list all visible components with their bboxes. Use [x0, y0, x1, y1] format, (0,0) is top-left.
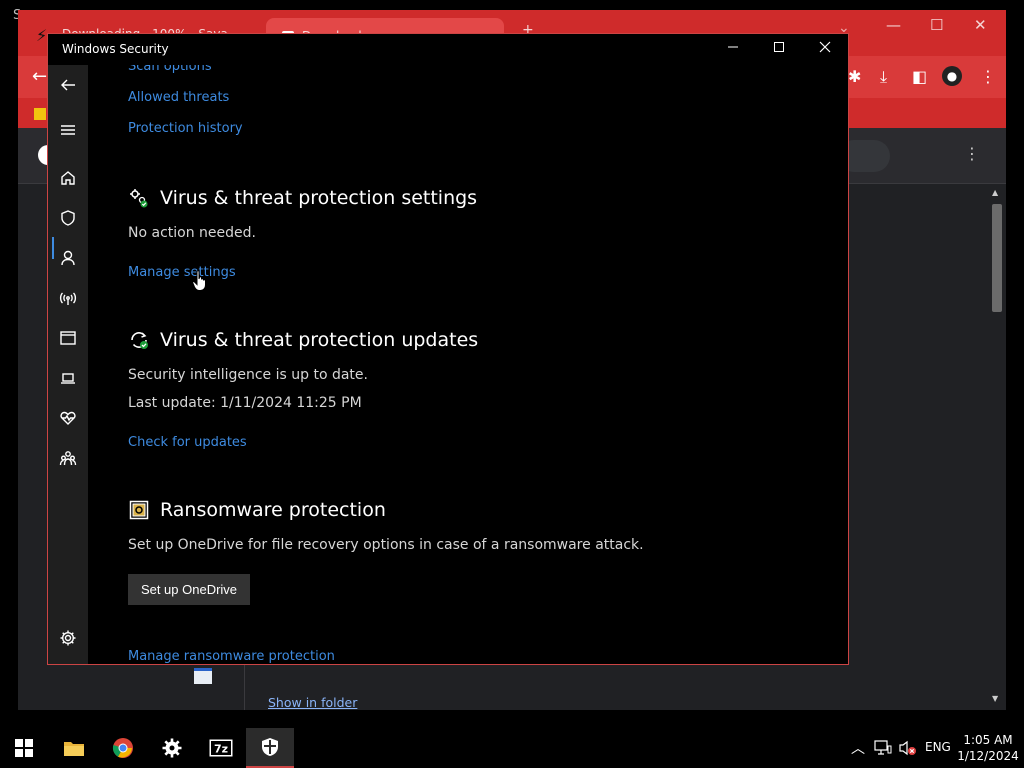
settings-heading-text: Virus & threat protection settings — [160, 187, 478, 209]
person-icon — [61, 250, 75, 266]
hamburger-icon — [61, 125, 75, 135]
network-icon[interactable] — [874, 740, 892, 759]
volume-muted-icon[interactable] — [899, 740, 917, 759]
maximize-icon — [774, 42, 784, 52]
nav-device-security[interactable] — [48, 360, 88, 396]
ransomware-heading-text: Ransomware protection — [160, 499, 386, 521]
manage-ransomware-link[interactable]: Manage ransomware protection — [128, 649, 335, 664]
home-icon — [61, 171, 75, 185]
allowed-threats-link[interactable]: Allowed threats — [128, 90, 229, 105]
manage-settings-link[interactable]: Manage settings — [128, 265, 236, 280]
scroll-down-icon[interactable]: ▼ — [992, 694, 998, 703]
taskbar-windows-security[interactable] — [246, 728, 294, 768]
show-hidden-icons-icon[interactable]: ︿ — [851, 738, 865, 758]
ransomware-description: Set up OneDrive for file recovery option… — [128, 537, 644, 553]
shield-icon — [61, 210, 75, 226]
nav-virus-protection[interactable] — [48, 200, 88, 236]
nav-account-protection[interactable] — [48, 240, 88, 276]
close-button[interactable] — [802, 34, 848, 65]
laptop-icon — [61, 373, 75, 384]
protection-history-link[interactable]: Protection history — [128, 121, 243, 136]
last-update-text: Last update: 1/11/2024 11:25 PM — [128, 395, 362, 411]
settings-gears-check-icon — [128, 187, 150, 209]
minimize-button[interactable] — [710, 34, 756, 65]
back-arrow-icon — [61, 79, 75, 91]
folder-icon[interactable] — [34, 108, 46, 120]
show-in-folder-link[interactable]: Show in folder — [268, 695, 357, 710]
nav-home[interactable] — [48, 160, 88, 196]
refresh-check-icon — [128, 329, 150, 351]
check-for-updates-link[interactable]: Check for updates — [128, 435, 247, 450]
nav-menu-button[interactable] — [48, 112, 88, 148]
nav-back-button[interactable] — [48, 67, 88, 103]
taskbar-file-explorer[interactable] — [50, 728, 98, 768]
scroll-up-icon[interactable]: ▲ — [992, 188, 998, 197]
back-icon[interactable]: ← — [32, 66, 47, 87]
scan-options-link[interactable]: Scan options — [128, 65, 212, 74]
windows-security-window: Windows Security Scan options Allowed th… — [47, 33, 849, 665]
nav-family-options[interactable] — [48, 440, 88, 476]
browser-window-icon — [60, 331, 76, 345]
gear-icon — [60, 630, 76, 646]
close-icon — [819, 41, 831, 53]
folder-icon — [64, 742, 84, 756]
windows-logo-icon — [15, 739, 33, 757]
desktop: S ⚡ Downloading - 100% - Sava... Downloa… — [0, 0, 1024, 768]
extensions-icon[interactable]: ✱ — [848, 67, 861, 86]
taskbar-7zip[interactable]: 7z — [197, 728, 245, 768]
close-icon[interactable]: ✕ — [974, 16, 987, 34]
minimize-icon[interactable]: — — [886, 16, 901, 34]
nav-settings[interactable] — [48, 620, 88, 656]
navigation-rail — [48, 65, 88, 664]
heart-pulse-icon — [60, 411, 76, 425]
clock[interactable]: 1:05 AM 1/12/2024 — [954, 732, 1022, 764]
gear-icon — [162, 738, 182, 758]
shield-icon — [262, 738, 278, 756]
chrome-icon — [112, 738, 133, 758]
menu-icon[interactable]: ⋮ — [980, 67, 996, 86]
updates-heading-text: Virus & threat protection updates — [160, 329, 479, 351]
clock-date: 1/12/2024 — [957, 749, 1019, 763]
taskbar-settings[interactable] — [148, 728, 196, 768]
ransomware-section-heading: Ransomware protection — [128, 499, 386, 521]
hand-cursor-icon — [192, 270, 206, 291]
minimize-icon — [728, 46, 738, 48]
maximize-icon[interactable]: ☐ — [930, 16, 943, 34]
start-button[interactable] — [0, 728, 48, 768]
profile-icon[interactable]: ● — [942, 66, 962, 86]
settings-section-heading: Virus & threat protection settings — [128, 187, 477, 209]
network-icon — [59, 292, 77, 305]
maximize-button[interactable] — [756, 34, 802, 65]
more-options-icon[interactable]: ⋮ — [964, 144, 980, 163]
window-title: Windows Security — [62, 42, 169, 56]
updates-section-heading: Virus & threat protection updates — [128, 329, 478, 351]
settings-status-text: No action needed. — [128, 225, 256, 241]
nav-firewall[interactable] — [48, 280, 88, 316]
nav-app-browser-control[interactable] — [48, 320, 88, 356]
updates-status-text: Security intelligence is up to date. — [128, 367, 368, 383]
ransomware-vault-icon — [128, 499, 150, 521]
taskbar: 7z ︿ ENG 1:05 AM 1/12/2024 — [0, 728, 1024, 768]
nav-device-health[interactable] — [48, 400, 88, 436]
clock-time: 1:05 AM — [963, 733, 1013, 747]
family-icon — [59, 451, 77, 466]
download-icon[interactable]: ⤓ — [880, 67, 887, 87]
language-indicator[interactable]: ENG — [925, 740, 951, 754]
scrollbar-thumb[interactable] — [992, 204, 1002, 312]
taskbar-chrome[interactable] — [99, 728, 147, 768]
virus-threat-protection-page: Scan options Allowed threats Protection … — [88, 65, 848, 664]
title-bar: Windows Security — [48, 34, 848, 65]
side-panel-icon[interactable]: ◧ — [912, 67, 927, 86]
svg-text:7z: 7z — [214, 743, 228, 756]
file-icon — [194, 668, 212, 684]
7zip-icon: 7z — [209, 739, 233, 757]
set-up-onedrive-button[interactable]: Set up OneDrive — [128, 574, 250, 605]
